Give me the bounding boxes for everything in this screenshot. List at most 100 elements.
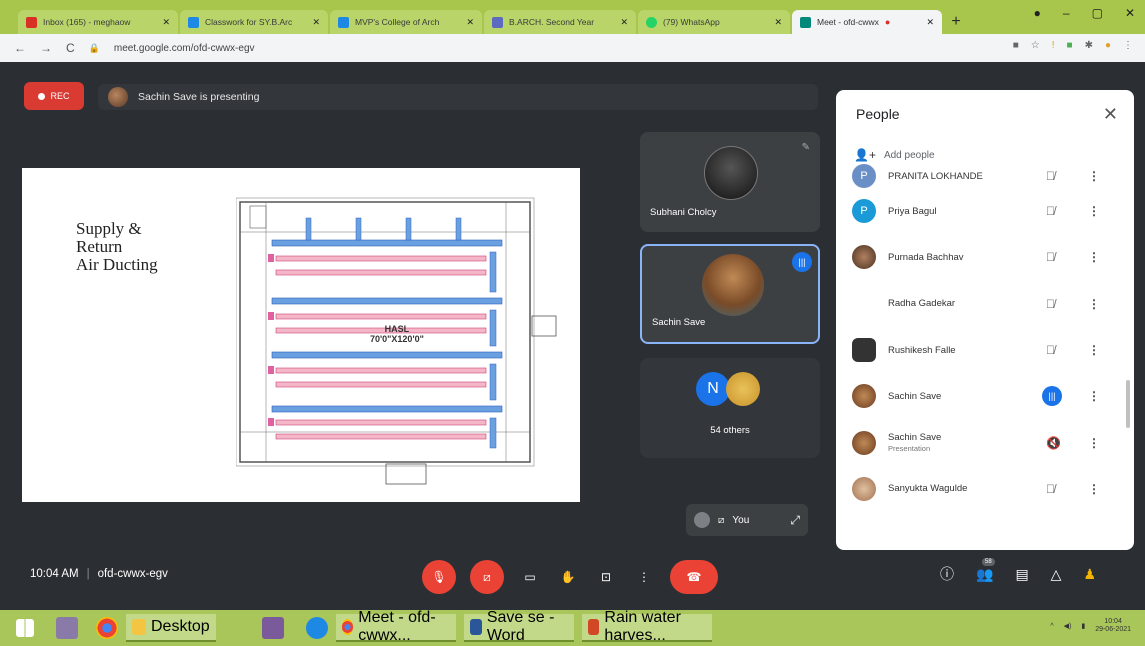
close-icon[interactable]: ✕ [466, 17, 474, 28]
avatar [852, 291, 876, 316]
tab-barch[interactable]: B.ARCH. Second Year ✕ [484, 10, 636, 34]
plan-dimension-label: 70'0"X120'0" [370, 334, 424, 344]
classroom-icon [188, 16, 199, 28]
info-icon[interactable]: ⓘ [940, 564, 954, 584]
host-controls-icon[interactable]: ♟ [1083, 566, 1096, 583]
taskbar-word-window[interactable]: Save se - Word [464, 609, 574, 644]
participant-name-text: Sachin Save [888, 431, 942, 443]
scrollbar[interactable] [1126, 380, 1130, 428]
more-options-button[interactable]: ⋮ [632, 560, 656, 594]
avatar[interactable]: ● [1105, 40, 1111, 51]
puzzle-icon[interactable]: ✱ [1085, 40, 1093, 51]
meeting-controls-bar: 10:04 AM | ofd-cwwx-egv 🎙 ⧄ ▭ ✋ ⊡ ⋮ ☎ ⓘ … [0, 546, 1145, 610]
more-options-icon[interactable]: ⋮ [1088, 389, 1100, 403]
maximize-icon[interactable]: ▢ [1092, 6, 1103, 20]
list-item[interactable]: Purnada Bachhav 🎙̸ ⋮ [836, 234, 1122, 280]
taskbar-desktop[interactable]: Desktop [126, 614, 216, 642]
avatar [704, 146, 758, 200]
more-options-icon[interactable]: ⋮ [1088, 436, 1100, 450]
tab-label: (79) WhatsApp [663, 17, 720, 27]
url-input[interactable]: meet.google.com/ofd-cwwx-egv [114, 43, 255, 54]
others-tile[interactable]: N 54 others [640, 358, 820, 458]
taskbar-edge[interactable] [306, 614, 328, 642]
camera-icon[interactable]: ■ [1013, 40, 1019, 51]
list-item[interactable]: P PRANITA LOKHANDE 🎙̸ ⋮ [836, 164, 1122, 188]
avatar: P [852, 199, 876, 224]
back-icon[interactable]: ← [14, 41, 26, 55]
more-options-icon[interactable]: ⋮ [1088, 204, 1100, 218]
present-button[interactable]: ⊡ [594, 560, 618, 594]
taskbar-meet-window[interactable]: Meet - ofd-cwwx... [336, 609, 456, 644]
bulb-icon[interactable]: ! [1052, 40, 1055, 51]
list-item[interactable]: Rushikesh Falle 🎙̸ ⋮ [836, 327, 1122, 373]
taskbar-app[interactable] [262, 614, 284, 642]
camera-toggle-button[interactable]: ⧄ [470, 560, 504, 594]
participant-name: PRANITA LOKHANDE [888, 170, 983, 182]
clock[interactable]: 10:04 29-06-2021 [1095, 618, 1131, 634]
expand-icon[interactable]: ⤢ [790, 513, 800, 528]
close-icon[interactable]: ✕ [774, 17, 782, 28]
volume-icon[interactable]: ◀) [1064, 622, 1072, 630]
tray-arrow-icon[interactable]: ^ [1050, 623, 1053, 630]
network-icon[interactable]: ▮ [1081, 622, 1085, 630]
avatar: N [696, 372, 730, 406]
list-item[interactable]: Sanyukta Wagulde 🎙̸ ⋮ [836, 466, 1122, 512]
recording-dot-icon: ● [884, 17, 891, 27]
close-icon[interactable]: ✕ [312, 17, 320, 28]
raise-hand-button[interactable]: ✋ [556, 560, 580, 594]
leave-call-button[interactable]: ☎ [670, 560, 718, 594]
forward-icon[interactable]: → [40, 41, 52, 55]
lock-icon: 🔒 [88, 42, 100, 53]
people-panel: People ✕ 👤+ Add people P PRANITA LOKHAND… [836, 90, 1134, 550]
powerpoint-icon [588, 619, 600, 635]
record-icon [38, 92, 46, 100]
more-options-icon[interactable]: ⋮ [1088, 343, 1100, 357]
tab-mvp-college[interactable]: MVP's College of Arch ✕ [330, 10, 482, 34]
activities-icon[interactable]: △ [1051, 566, 1062, 583]
list-item[interactable]: Sachin Save Presentation 🔇 ⋮ [836, 419, 1122, 465]
list-item[interactable]: P Priya Bagul 🎙̸ ⋮ [836, 188, 1122, 234]
pin-icon[interactable]: ✎ [802, 142, 810, 153]
more-options-icon[interactable]: ⋮ [1088, 482, 1100, 496]
participant-tile-speaking[interactable]: ||| Sachin Save [640, 244, 820, 344]
star-icon[interactable]: ☆ [1031, 40, 1040, 51]
tab-meet[interactable]: Meet - ofd-cwwx ● ✕ [792, 10, 942, 34]
new-tab-button[interactable]: + [944, 10, 968, 34]
people-button[interactable]: 👥 58 [976, 557, 995, 583]
more-options-icon: ⋮ [638, 570, 650, 584]
chat-icon[interactable]: ▤ [1015, 566, 1028, 583]
close-icon[interactable]: ✕ [620, 17, 628, 28]
more-options-icon[interactable]: ⋮ [1088, 169, 1100, 183]
participant-name: Purnada Bachhav [888, 251, 964, 263]
tab-classwork[interactable]: Classwork for SY.B.Arc ✕ [180, 10, 328, 34]
extension-icon[interactable]: ■ [1067, 40, 1073, 51]
self-view-pill[interactable]: ⧄ You ⤢ [686, 504, 808, 536]
avatar [726, 372, 760, 406]
close-icon[interactable]: ✕ [1103, 104, 1118, 125]
menu-icon[interactable]: ⋮ [1123, 40, 1133, 51]
captions-button[interactable]: ▭ [518, 560, 542, 594]
more-options-icon[interactable]: ⋮ [1088, 297, 1100, 311]
taskbar-chrome[interactable] [96, 614, 118, 642]
close-icon[interactable]: ✕ [162, 17, 170, 28]
tab-gmail[interactable]: Inbox (165) - meghaow ✕ [18, 10, 178, 34]
reload-icon[interactable]: C [66, 41, 75, 55]
start-button[interactable] [16, 614, 34, 642]
taskbar-label: Meet - ofd-cwwx... [358, 609, 436, 644]
meeting-time: 10:04 AM [30, 568, 79, 580]
add-people-button[interactable]: 👤+ Add people [854, 148, 935, 162]
close-icon[interactable]: ✕ [926, 17, 934, 28]
more-options-icon[interactable]: ⋮ [1088, 250, 1100, 264]
list-item[interactable]: Sachin Save ||| ⋮ [836, 373, 1122, 419]
taskbar-ppt-window[interactable]: Rain water harves... [582, 609, 712, 644]
minimize-icon[interactable]: – [1063, 6, 1070, 20]
meet-icon [800, 16, 811, 28]
mic-toggle-button[interactable]: 🎙 [422, 560, 456, 594]
profile-icon[interactable]: ● [1034, 6, 1041, 20]
list-item[interactable]: Radha Gadekar 🎙̸ ⋮ [836, 281, 1122, 327]
participant-tile[interactable]: ✎ Subhani Cholcy [640, 132, 820, 232]
tab-whatsapp[interactable]: (79) WhatsApp ✕ [638, 10, 790, 34]
plan-room-label: HASL [384, 324, 410, 334]
window-close-icon[interactable]: ✕ [1125, 6, 1135, 20]
taskbar-photos[interactable] [56, 614, 78, 642]
